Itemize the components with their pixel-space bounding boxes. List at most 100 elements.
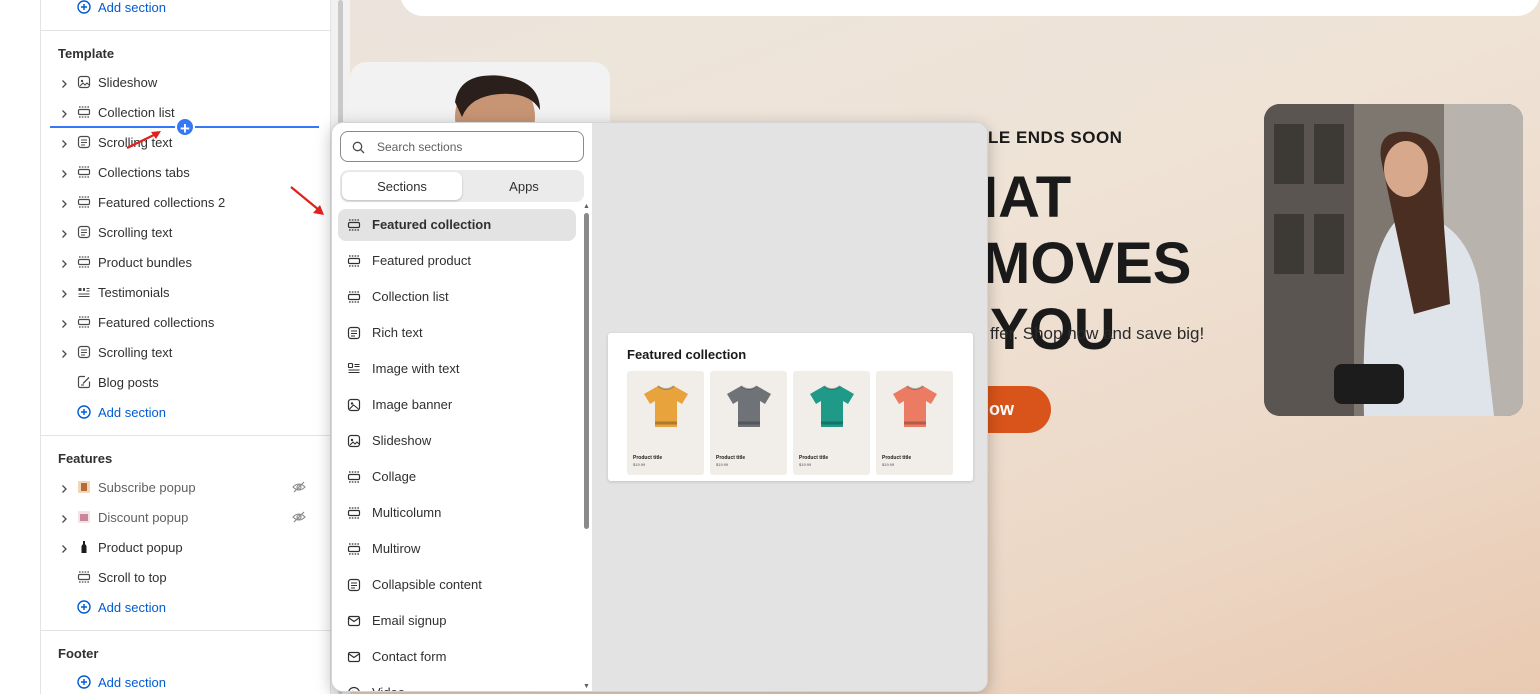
divider: [41, 630, 330, 631]
section-option[interactable]: Collapsible content: [338, 569, 576, 601]
section-item-label: Discount popup: [98, 509, 189, 525]
section-item-label: Slideshow: [98, 74, 158, 90]
list-scrollbar-thumb[interactable]: [584, 213, 589, 529]
chevron-right-icon[interactable]: [59, 482, 69, 493]
search-field[interactable]: [340, 131, 584, 162]
section-option[interactable]: Contact form: [338, 641, 576, 673]
eye-slash-icon[interactable]: [292, 480, 306, 494]
section-option[interactable]: Multicolumn: [338, 497, 576, 529]
template-section-item[interactable]: Scrolling text: [41, 217, 321, 247]
preview-product-card: Product title $19.99: [793, 371, 870, 475]
feature-section-item[interactable]: Scroll to top: [41, 562, 321, 592]
template-section-item[interactable]: Testimonials: [41, 277, 321, 307]
section-option-label: Multirow: [372, 541, 421, 556]
template-section-item[interactable]: Featured collections 2: [41, 187, 321, 217]
collection-list-icon: [77, 195, 91, 209]
section-option-label: Collage: [372, 469, 417, 484]
section-list-pane: Sections Apps Featured collection Feature…: [332, 123, 592, 691]
section-option-label: Slideshow: [372, 433, 432, 448]
feature-section-item[interactable]: Product popup: [41, 532, 321, 562]
template-section-item[interactable]: Scrolling text: [41, 337, 321, 367]
chevron-right-icon[interactable]: [59, 287, 69, 298]
section-option-label: Featured collection: [372, 217, 492, 232]
section-option-label: Contact form: [372, 649, 447, 664]
theme-sections-sidebar: Add section Template Slideshow Collection…: [41, 0, 330, 694]
tshirt-icon: [644, 385, 688, 427]
preview-product-title: Product title: [882, 455, 912, 461]
image-text-icon: [347, 362, 361, 376]
collection-icon: [347, 218, 361, 232]
add-section-header[interactable]: Add section: [41, 0, 321, 22]
template-section-item[interactable]: Slideshow: [41, 67, 321, 97]
section-item-label: Featured collections: [98, 314, 215, 330]
section-item-label: Product popup: [98, 539, 183, 555]
section-option[interactable]: Email signup: [338, 605, 576, 637]
chevron-right-icon[interactable]: [59, 347, 69, 358]
woman-image-card: [1264, 104, 1523, 416]
chevron-right-icon[interactable]: [59, 137, 69, 148]
section-option[interactable]: Slideshow: [338, 425, 576, 457]
chevron-right-icon[interactable]: [59, 257, 69, 268]
chevron-right-icon[interactable]: [59, 512, 69, 523]
section-option[interactable]: Image banner: [338, 389, 576, 421]
insert-section-plus-icon[interactable]: +: [175, 117, 195, 138]
section-option[interactable]: Image with text: [338, 353, 576, 385]
section-option[interactable]: Multirow: [338, 533, 576, 565]
add-section-footer[interactable]: Add section: [41, 667, 321, 694]
plus-circle-icon: [77, 0, 91, 14]
scroll-down-arrow[interactable]: ▼: [583, 683, 590, 690]
subscribe-popup-thumb-icon: [77, 480, 91, 494]
search-input[interactable]: [377, 138, 577, 156]
chevron-right-icon[interactable]: [59, 77, 69, 88]
chevron-right-icon[interactable]: [59, 197, 69, 208]
featured-collection-preview: Featured collection Product title $19.99 …: [608, 333, 973, 481]
template-section-item[interactable]: Product bundles: [41, 247, 321, 277]
collection-list-icon: [77, 255, 91, 269]
section-option[interactable]: Featured collection: [338, 209, 576, 241]
add-section-label: Add section: [98, 0, 166, 15]
tshirt-icon: [727, 385, 771, 427]
divider: [41, 30, 330, 31]
add-section-label: Add section: [98, 674, 166, 690]
template-section-item[interactable]: Featured collections: [41, 307, 321, 337]
chevron-right-icon[interactable]: [59, 317, 69, 328]
scroll-up-arrow[interactable]: ▲: [583, 203, 590, 210]
add-section-template[interactable]: Add section: [41, 397, 321, 427]
section-item-label: Collections tabs: [98, 164, 190, 180]
collection-icon: [347, 470, 361, 484]
chevron-right-icon[interactable]: [59, 107, 69, 118]
left-rail: [0, 0, 41, 694]
section-option[interactable]: Collection list: [338, 281, 576, 313]
text-icon: [347, 578, 361, 592]
section-option[interactable]: Featured product: [338, 245, 576, 277]
section-option[interactable]: Video: [338, 677, 576, 691]
section-item-label: Subscribe popup: [98, 479, 196, 495]
section-option-label: Email signup: [372, 613, 447, 628]
section-option-label: Collection list: [372, 289, 449, 304]
plus-circle-icon: [77, 600, 91, 614]
plus-circle-icon: [77, 675, 91, 689]
section-option-label: Rich text: [372, 325, 423, 340]
chevron-right-icon[interactable]: [59, 167, 69, 178]
chevron-right-icon[interactable]: [59, 542, 69, 553]
template-section-item[interactable]: Collections tabs: [41, 157, 321, 187]
feature-section-item[interactable]: Discount popup: [41, 502, 321, 532]
section-option[interactable]: Rich text: [338, 317, 576, 349]
image-icon: [347, 398, 361, 412]
text-icon: [77, 135, 91, 149]
section-option[interactable]: Collage: [338, 461, 576, 493]
tab-sections[interactable]: Sections: [342, 172, 462, 200]
eye-slash-icon[interactable]: [292, 510, 306, 524]
template-section-item[interactable]: Blog posts: [41, 367, 321, 397]
tab-apps[interactable]: Apps: [464, 172, 584, 200]
preview-product-price: $19.99: [633, 462, 646, 467]
feature-section-item[interactable]: Subscribe popup: [41, 472, 321, 502]
add-section-features[interactable]: Add section: [41, 592, 321, 622]
section-option-label: Multicolumn: [372, 505, 442, 520]
chevron-right-icon[interactable]: [59, 227, 69, 238]
collection-icon: [347, 542, 361, 556]
email-icon: [347, 650, 361, 664]
section-option-label: Featured product: [372, 253, 472, 268]
collection-list-icon: [77, 570, 91, 584]
blog-icon: [77, 375, 91, 389]
